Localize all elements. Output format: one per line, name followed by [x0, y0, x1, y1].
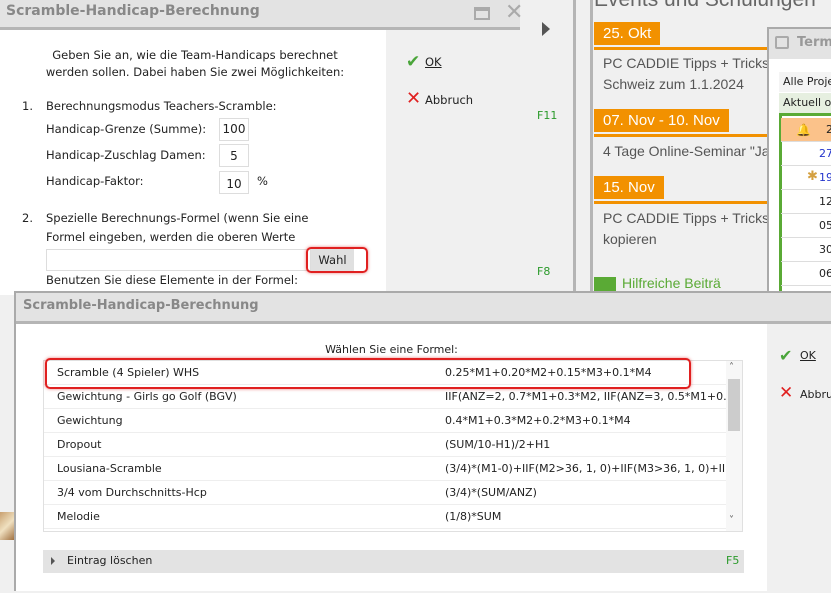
ok-button[interactable]: OK [800, 349, 816, 362]
calendar-icon [775, 36, 789, 49]
event-text[interactable]: 4 Tage Online-Seminar "Jal [603, 141, 773, 162]
ladies-surcharge-input[interactable]: 5 [219, 144, 249, 167]
handicap-factor-input[interactable]: 10 [219, 171, 249, 194]
dialog-choose-formula: Scramble-Handicap-Berechnung Wählen Sie … [14, 291, 831, 593]
section-number: 1. [22, 99, 33, 113]
formula-expression: (3/4)*(SUM/ANZ) [445, 486, 537, 499]
ok-button[interactable]: OK [425, 55, 442, 69]
delete-entry-label: Eintrag löschen [67, 554, 153, 567]
formula-name: Dropout [57, 438, 102, 451]
filter-all-projects[interactable]: Alle Proje [779, 72, 831, 92]
handicap-limit-input[interactable]: 100 [219, 118, 249, 141]
scroll-up-icon[interactable]: ˄ [729, 362, 734, 373]
section-label: Berechnungsmodus Teachers-Scramble: [46, 99, 277, 113]
event-text[interactable]: kopieren [603, 229, 657, 250]
section-number: 2. [22, 211, 33, 225]
termin-row[interactable]: 12 [781, 190, 831, 214]
filter-current[interactable]: Aktuell of [779, 93, 831, 113]
ladies-surcharge-label: Handicap-Zuschlag Damen: [46, 148, 206, 162]
expand-arrow-icon[interactable] [542, 22, 550, 36]
shortcut-f8: F8 [537, 265, 551, 278]
shortcut-f5: F5 [726, 554, 740, 567]
formula-name: 3/4 vom Durchschnitts-Hcp [57, 486, 207, 499]
termin-row[interactable]: 06 [781, 262, 831, 286]
events-title: Events und Schulungen [594, 0, 816, 12]
star-icon: ✱ [807, 169, 818, 184]
intro-text: Geben Sie an, wie die Team-Handicaps ber… [45, 48, 345, 79]
cancel-button[interactable]: Abbruch [800, 388, 831, 401]
formula-row[interactable]: 3/4 vom Durchschnitts-Hcp (3/4)*(SUM/ANZ) [44, 481, 726, 505]
formula-row[interactable]: Melodie (1/8)*SUM [44, 505, 726, 529]
expand-arrow-icon [51, 557, 55, 565]
handicap-limit-label: Handicap-Grenze (Summe): [46, 122, 207, 136]
event-text[interactable]: PC CADDIE Tipps + Tricks [603, 53, 769, 74]
formula-row[interactable]: Dropout (SUM/10-H1)/2+H1 [44, 433, 726, 457]
elements-label: Benutzen Sie diese Elemente in der Forme… [46, 273, 298, 287]
event-text[interactable]: Schweiz zum 1.1.2024 [603, 74, 744, 95]
formula-name: Melodie [57, 510, 100, 523]
event-text[interactable]: PC CADDIE Tipps + Tricks [603, 208, 769, 229]
event-date: 15. Nov [594, 176, 664, 199]
scrollbar-thumb[interactable] [728, 379, 740, 431]
formula-row[interactable]: Lousiana-Scramble (3/4)*(M1-0)+IIF(M2>36,… [44, 457, 742, 481]
termin-window: Term Alle Proje Aktuell of 20 🔔 27 19 ✱ … [767, 27, 831, 293]
cross-icon: ✕ [779, 383, 794, 403]
maximize-icon[interactable] [474, 7, 490, 20]
cancel-button[interactable]: Abbruch [425, 93, 473, 107]
background-image [0, 512, 14, 540]
termin-row[interactable]: 19 [781, 166, 831, 190]
termin-row[interactable]: 05 [781, 214, 831, 238]
scrollbar[interactable]: ˄ ˅ [726, 361, 742, 531]
check-icon: ✔ [406, 52, 421, 72]
bell-icon: 🔔 [796, 123, 811, 137]
formula-name: Lousiana-Scramble [57, 462, 162, 475]
termin-row[interactable]: 27 [781, 142, 831, 166]
formula-expression: 0.4*M1+0.3*M2+0.2*M3+0.1*M4 [445, 414, 631, 427]
event-date: 25. Okt [594, 22, 661, 45]
formula-expression: (SUM/10-H1)/2+H1 [445, 438, 551, 451]
prompt-label: Wählen Sie eine Formel: [325, 343, 458, 356]
percent-label: % [257, 174, 268, 188]
formula-expression: (3/4)*(M1-0)+IIF(M2>36, 1, 0)+IIF(M3>36,… [445, 462, 743, 475]
dialog-title: Scramble-Handicap-Berechnung [0, 0, 520, 30]
check-icon: ✔ [779, 346, 793, 365]
event-date: 07. Nov - 10. Nov [594, 109, 729, 132]
delete-entry-button[interactable]: Eintrag löschen F5 [43, 550, 744, 573]
help-icon [594, 277, 616, 291]
shortcut-f11: F11 [537, 109, 558, 122]
helpful-posts-link[interactable]: Hilfreiche Beiträ [622, 275, 766, 291]
close-icon[interactable]: ✕ [505, 0, 523, 25]
formula-expression: (1/8)*SUM [445, 510, 502, 523]
dialog-title: Scramble-Handicap-Berechnung [16, 293, 831, 324]
formula-input[interactable] [46, 249, 311, 271]
dialog-formula-settings: Scramble-Handicap-Berechnung ✕ Geben Sie… [0, 0, 523, 295]
cross-icon: ✕ [406, 88, 422, 109]
formula-row[interactable]: Gewichtung 0.4*M1+0.3*M2+0.2*M3+0.1*M4 [44, 409, 726, 433]
formula-name: Gewichtung [57, 414, 123, 427]
termin-row[interactable]: 30 [781, 238, 831, 262]
handicap-factor-label: Handicap-Faktor: [46, 174, 144, 188]
scroll-down-icon[interactable]: ˅ [729, 515, 734, 526]
